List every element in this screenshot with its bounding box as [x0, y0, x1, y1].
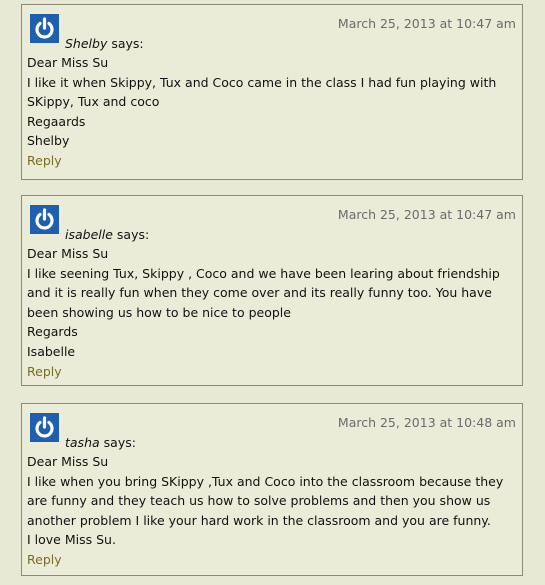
comment-line: Dear Miss Su — [27, 454, 109, 469]
comment: March 25, 2013 at 10:48 am tasha says: D… — [21, 403, 523, 576]
comment-author: isabelle says: — [65, 227, 149, 242]
comment-line: Regaards — [27, 113, 86, 129]
reply-link[interactable]: Reply — [27, 552, 62, 567]
comment-line: I like when you bring SKippy ,Tux and Co… — [27, 473, 504, 528]
comment-line: Dear Miss Su — [27, 55, 109, 70]
comment-date: March 25, 2013 at 10:47 am — [337, 16, 516, 31]
avatar — [30, 205, 59, 234]
comment-author: Shelby says: — [65, 36, 144, 51]
power-icon — [30, 14, 59, 43]
reply-link[interactable]: Reply — [27, 364, 62, 379]
comment-line: Isabelle — [27, 343, 76, 359]
comment-line: I like it when Skippy, Tux and Coco came… — [27, 74, 497, 110]
comment: March 25, 2013 at 10:47 am Shelby says: … — [21, 4, 523, 180]
comment-line: I like seening Tux, Skippy , Coco and we… — [27, 265, 500, 320]
comment-line: I love Miss Su. — [27, 532, 116, 548]
says-label: says: — [103, 435, 136, 450]
comment-date: March 25, 2013 at 10:47 am — [337, 207, 516, 222]
says-label: says: — [116, 227, 150, 242]
says-label: says: — [111, 36, 144, 51]
author-name: tasha — [65, 435, 100, 450]
comment-date: March 25, 2013 at 10:48 am — [337, 415, 516, 430]
comment-line: Shelby — [27, 133, 70, 149]
comment-body: Dear Miss Su I like seening Tux, Skippy … — [27, 244, 516, 381]
author-name: isabelle — [65, 227, 113, 242]
power-icon — [30, 205, 59, 234]
avatar — [30, 413, 59, 442]
comment-body: Dear Miss Su I like when you bring SKipp… — [27, 452, 516, 570]
comment-line: Dear Miss Su — [27, 246, 109, 261]
reply-link[interactable]: Reply — [27, 153, 62, 168]
comment-body: Dear Miss Su I like it when Skippy, Tux … — [27, 53, 516, 171]
comment-author: tasha says: — [65, 435, 136, 450]
power-icon — [30, 413, 59, 442]
comment: March 25, 2013 at 10:47 am isabelle says… — [21, 195, 523, 386]
comment-line: Regards — [27, 324, 78, 340]
avatar — [30, 14, 59, 43]
author-name: Shelby — [65, 36, 108, 51]
